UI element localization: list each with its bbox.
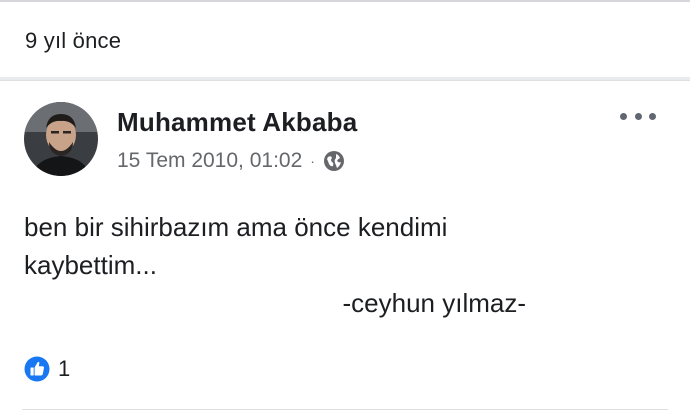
post-meta: 15 Tem 2010, 01:02 · (117, 149, 345, 173)
globe-icon[interactable] (323, 150, 345, 172)
post-text: ben bir sihirbazım ama önce kendimi kayb… (24, 208, 544, 322)
post-card: Muhammet Akbaba 15 Tem 2010, 01:02 · ben… (0, 80, 690, 413)
avatar-image (24, 102, 98, 176)
author-name[interactable]: Muhammet Akbaba (117, 107, 357, 138)
meta-separator: · (310, 153, 315, 169)
post-text-line: ben bir sihirbazım ama önce kendimi (24, 212, 448, 242)
more-dot-icon (620, 112, 627, 120)
post-text-line: kaybettim... (24, 250, 157, 280)
like-icon (24, 356, 50, 382)
memory-time-ago: 9 yıl önce (25, 28, 122, 53)
more-dot-icon (634, 112, 642, 120)
avatar[interactable] (24, 102, 98, 176)
post-timestamp[interactable]: 15 Tem 2010, 01:02 (117, 149, 302, 173)
reactions-summary[interactable]: 1 (24, 356, 70, 382)
memory-header: 9 yıl önce (0, 0, 690, 77)
more-dot-icon (649, 112, 656, 120)
more-options-button[interactable] (620, 105, 656, 127)
reaction-count: 1 (58, 356, 71, 381)
post-signature: -ceyhun yılmaz- (342, 288, 527, 318)
divider (22, 409, 668, 410)
